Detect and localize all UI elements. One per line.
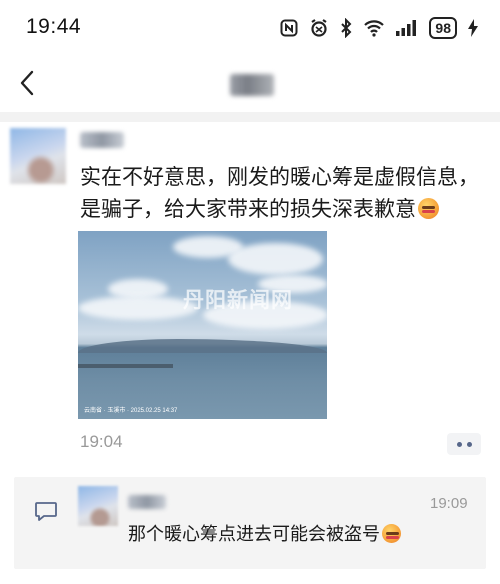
commenter-name-redacted[interactable] bbox=[128, 495, 166, 509]
commenter-avatar[interactable] bbox=[78, 486, 118, 526]
jetty bbox=[78, 364, 173, 368]
signal-icon bbox=[396, 20, 418, 36]
alarm-icon bbox=[309, 18, 329, 38]
post-text-container: 实在不好意思，刚发的暖心筹是虚假信息，是骗子，给大家带来的损失深表歉意 bbox=[80, 162, 490, 226]
status-bar: 19:44 98 bbox=[0, 0, 500, 56]
bluetooth-icon bbox=[340, 18, 352, 38]
battery-icon: 98 bbox=[429, 17, 457, 39]
charging-icon bbox=[468, 19, 478, 37]
more-dots-icon bbox=[456, 441, 462, 447]
sad-face-emoji-icon bbox=[418, 198, 439, 219]
photo-watermark: 丹阳新闻网 bbox=[183, 287, 293, 312]
back-arrow-icon[interactable] bbox=[14, 68, 42, 98]
comment-time: 19:09 bbox=[430, 495, 468, 512]
comment-text-container: 那个暖心筹点进去可能会被盗号 bbox=[128, 522, 401, 546]
poster-name-redacted[interactable] bbox=[80, 132, 124, 148]
more-dots-button[interactable] bbox=[447, 433, 481, 455]
comment-icon[interactable] bbox=[34, 501, 58, 523]
mountain-silhouette bbox=[78, 339, 327, 353]
status-time: 19:44 bbox=[26, 15, 82, 38]
wifi-icon bbox=[363, 19, 385, 37]
nfc-icon bbox=[280, 19, 298, 37]
nav-title-redacted bbox=[230, 74, 274, 96]
post-time: 19:04 bbox=[80, 432, 123, 451]
avatar[interactable] bbox=[10, 128, 66, 184]
sad-face-emoji-icon bbox=[382, 524, 401, 543]
section-divider bbox=[0, 112, 500, 122]
photo-caption: 云南省 · 玉溪市 · 2025.02.25 14:37 bbox=[84, 408, 178, 414]
more-dots-icon-dot bbox=[466, 441, 472, 447]
comment-text: 那个暖心筹点进去可能会被盗号 bbox=[128, 524, 380, 544]
status-icons: 98 bbox=[280, 16, 478, 40]
post-photo[interactable]: 丹阳新闻网 云南省 · 玉溪市 · 2025.02.25 14:37 bbox=[78, 231, 327, 419]
